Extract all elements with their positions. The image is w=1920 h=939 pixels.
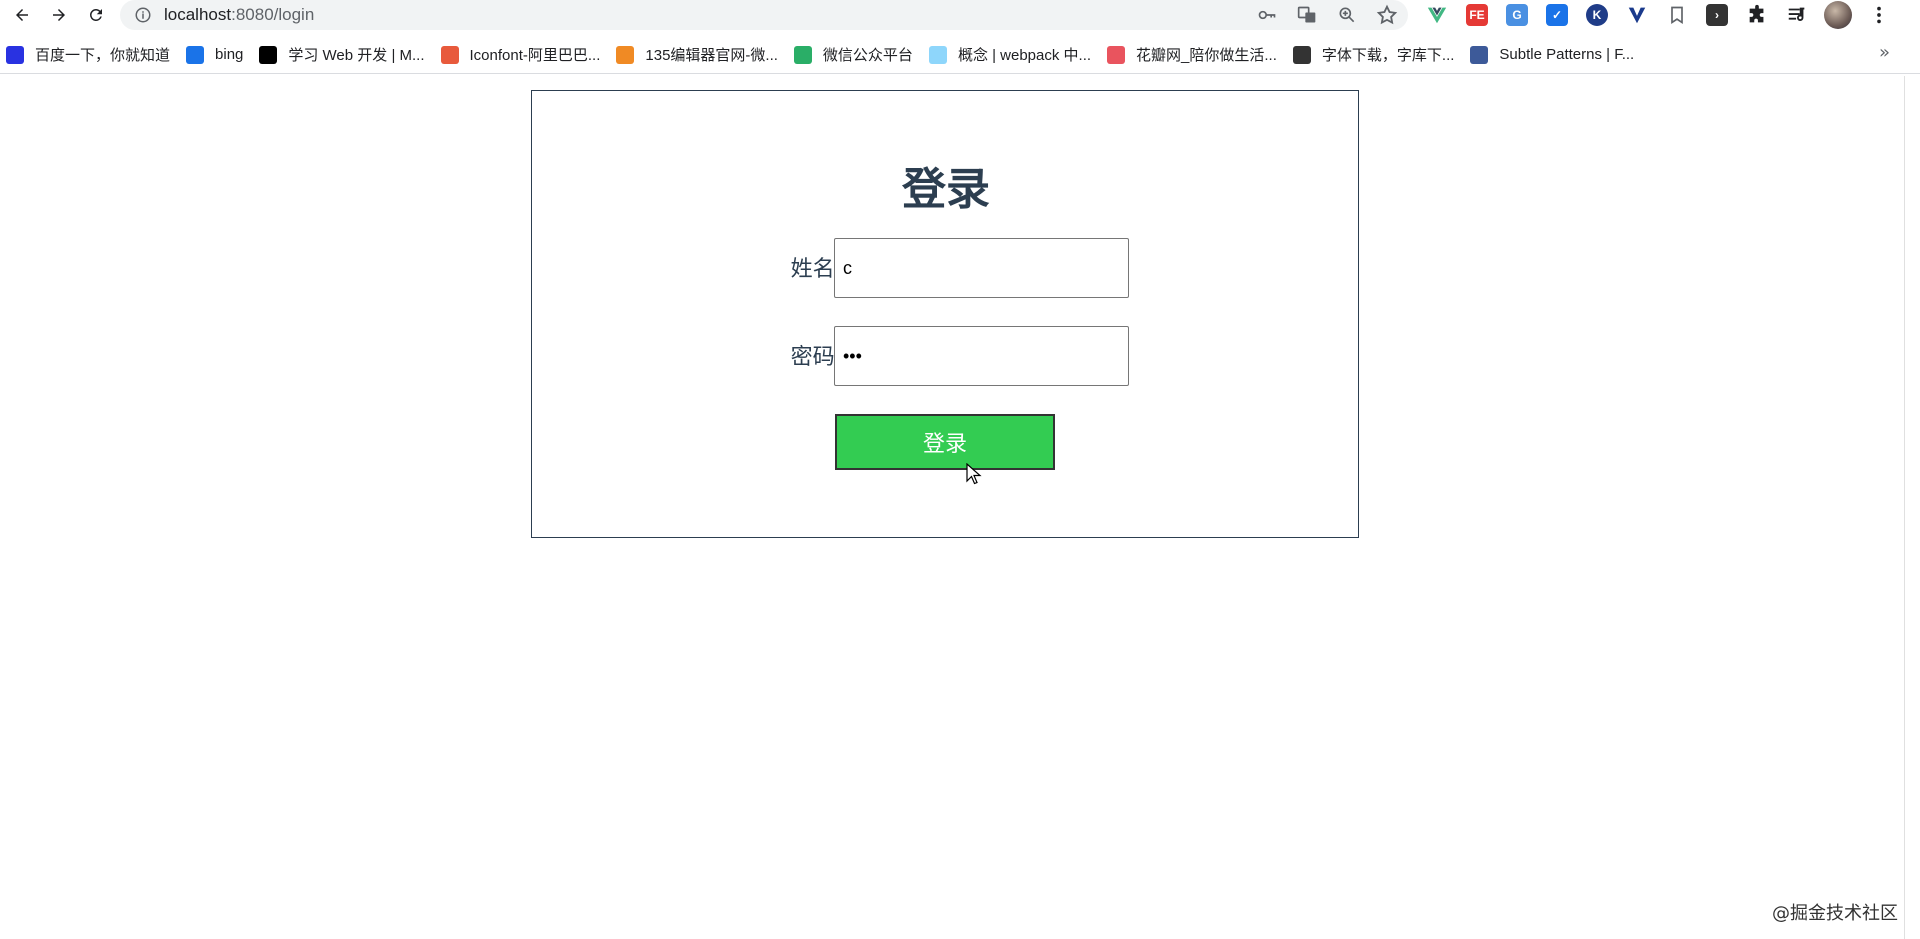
bookmark-item[interactable]: 学习 Web 开发 | M... bbox=[259, 40, 434, 70]
browser-toolbar: localhost:8080/login FE G ✓ K › bbox=[0, 0, 1920, 30]
bookmark-label: Subtle Patterns | F... bbox=[1499, 46, 1635, 63]
page-scrollbar[interactable] bbox=[1904, 76, 1920, 939]
webpack-icon bbox=[928, 45, 947, 64]
baidu-icon bbox=[6, 45, 24, 64]
profile-avatar[interactable] bbox=[1824, 1, 1852, 29]
bookmark-item[interactable]: 微信公众平台 bbox=[793, 40, 923, 70]
forward-button[interactable] bbox=[44, 0, 74, 30]
mdn-icon bbox=[259, 45, 278, 64]
bookmark-label: 135编辑器官网-微... bbox=[645, 47, 778, 64]
bookmark-label: 字体下载，字库下... bbox=[1321, 47, 1455, 64]
name-row: 姓名: bbox=[532, 238, 1360, 298]
address-bar[interactable]: localhost:8080/login bbox=[120, 0, 1408, 30]
bookmarks-bar: 百度一下，你就知道 bing 学习 Web 开发 | M... Iconfont-阿里… bbox=[0, 36, 1920, 74]
bookmark-label: 花瓣网_陪你做生活... bbox=[1136, 47, 1277, 64]
reload-icon bbox=[89, 8, 102, 21]
wechat-icon bbox=[793, 45, 812, 64]
vue-devtools-icon[interactable] bbox=[1424, 2, 1450, 28]
star-icon[interactable] bbox=[1376, 4, 1398, 26]
pocket-icon[interactable]: ✓ bbox=[1544, 2, 1570, 28]
dark-extension-icon[interactable]: › bbox=[1704, 2, 1730, 28]
bookmark-item[interactable]: Iconfont-阿里巴巴... bbox=[440, 40, 611, 70]
more-bookmarks-button[interactable]: » bbox=[1879, 42, 1890, 63]
bookmark-item[interactable]: 花瓣网_陪你做生活... bbox=[1107, 40, 1287, 70]
arrow-left-icon bbox=[16, 9, 28, 21]
login-title: 登录 bbox=[902, 164, 990, 215]
arrow-right-icon bbox=[53, 9, 65, 21]
extensions-bar: FE G ✓ K › bbox=[1424, 0, 1892, 30]
bookmark-item[interactable]: bing bbox=[186, 40, 253, 70]
google-translate-icon[interactable]: G bbox=[1504, 2, 1530, 28]
bookmark-label: 百度一下，你就知道 bbox=[35, 47, 171, 64]
reading-list-icon[interactable] bbox=[1784, 2, 1810, 28]
bookmark-item[interactable]: Subtle Patterns | F... bbox=[1470, 40, 1644, 70]
login-card: 登录 姓名: 密码: 登录 bbox=[531, 90, 1359, 538]
url-host: localhost bbox=[164, 5, 232, 24]
watermark: @掘金技术社区 bbox=[1772, 903, 1898, 924]
url-path: :8080/login bbox=[231, 5, 315, 24]
bookmark-item[interactable]: 百度一下，你就知道 bbox=[6, 40, 180, 70]
address-bar-actions bbox=[1256, 0, 1398, 30]
iconfont-icon bbox=[440, 45, 459, 64]
editor135-icon bbox=[616, 45, 635, 64]
globe-icon bbox=[1292, 45, 1311, 64]
bookmark-label: bing bbox=[215, 46, 244, 63]
url-text: localhost:8080/login bbox=[164, 5, 314, 25]
fe-helper-icon[interactable]: FE bbox=[1464, 2, 1490, 28]
bookmark-label: 微信公众平台 bbox=[822, 47, 913, 64]
mouse-cursor-icon bbox=[966, 463, 982, 485]
bookmark-item[interactable]: 字体下载，字库下... bbox=[1292, 40, 1465, 70]
menu-kebab-icon[interactable] bbox=[1866, 2, 1892, 28]
reload-button[interactable] bbox=[81, 0, 111, 30]
subtle-patterns-icon bbox=[1470, 45, 1489, 64]
key-icon[interactable] bbox=[1256, 4, 1278, 26]
back-button[interactable] bbox=[7, 0, 37, 30]
password-input[interactable] bbox=[834, 326, 1129, 386]
password-label: 密码: bbox=[790, 345, 842, 370]
v-extension-icon[interactable] bbox=[1624, 2, 1650, 28]
huaban-icon bbox=[1107, 45, 1126, 64]
bookmark-label: Iconfont-阿里巴巴... bbox=[469, 47, 601, 64]
bookmark-label: 学习 Web 开发 | M... bbox=[288, 47, 425, 64]
bookmark-label: 概念 | webpack 中... bbox=[957, 47, 1092, 64]
zoom-icon[interactable] bbox=[1336, 4, 1358, 26]
login-button[interactable]: 登录 bbox=[835, 414, 1055, 470]
translate-icon[interactable] bbox=[1296, 4, 1318, 26]
name-label: 姓名: bbox=[790, 257, 842, 282]
k-extension-icon[interactable]: K bbox=[1584, 2, 1610, 28]
info-icon[interactable] bbox=[134, 6, 152, 24]
bookmark-icon[interactable] bbox=[1664, 2, 1690, 28]
name-input[interactable] bbox=[834, 238, 1129, 298]
bookmark-item[interactable]: 135编辑器官网-微... bbox=[616, 40, 788, 70]
puzzle-icon[interactable] bbox=[1744, 2, 1770, 28]
password-row: 密码: bbox=[532, 326, 1360, 386]
bing-icon bbox=[186, 45, 205, 64]
bookmark-item[interactable]: 概念 | webpack 中... bbox=[928, 40, 1101, 70]
